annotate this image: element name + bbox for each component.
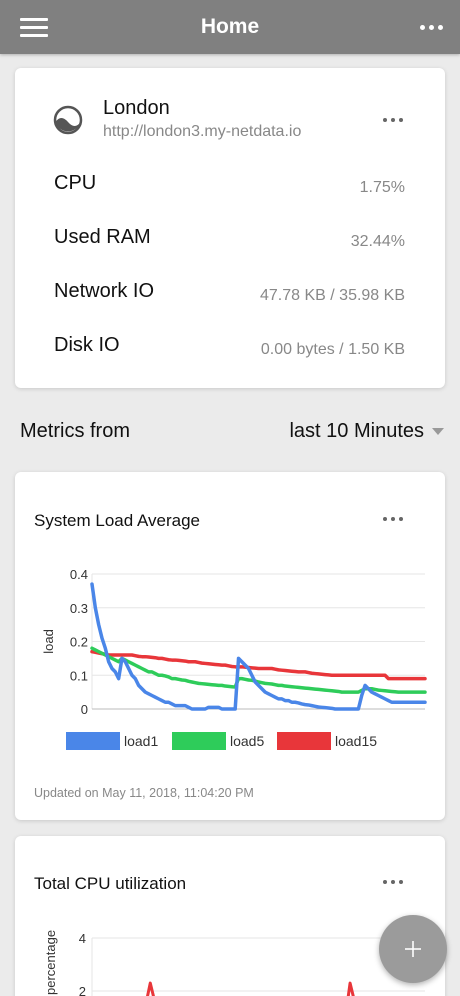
metric-value-network: 47.78 KB / 35.98 KB — [260, 287, 405, 304]
load-chart: 0 0.1 0.2 0.3 0.4 load load1 load5 load15 — [41, 567, 427, 750]
y-tick-label: 0.3 — [70, 601, 88, 616]
hamburger-icon[interactable] — [20, 17, 48, 37]
server-name: London — [103, 97, 170, 119]
metric-label-cpu: CPU — [54, 172, 97, 194]
netdata-logo-icon — [53, 105, 83, 135]
y-tick-label: 0.1 — [70, 668, 88, 683]
metric-label-disk: Disk IO — [54, 334, 120, 356]
app-header: Home — [0, 0, 460, 54]
y-axis-label: percentage — [43, 930, 58, 995]
metric-label-network: Network IO — [54, 280, 155, 302]
legend-swatch-load15 — [277, 732, 331, 750]
server-more-icon[interactable] — [383, 115, 409, 125]
metric-value-disk: 0.00 bytes / 1.50 KB — [260, 341, 405, 358]
y-tick-label: 0 — [81, 702, 88, 717]
time-range-value: last 10 Minutes — [289, 420, 424, 442]
chevron-down-icon — [432, 428, 444, 435]
y-tick-label: 2 — [79, 984, 86, 996]
page-title: Home — [200, 15, 260, 38]
server-url: http://london3.my-netdata.io — [103, 123, 302, 140]
load-chart-title: System Load Average — [34, 511, 201, 530]
metric-label-ram: Used RAM — [54, 226, 151, 248]
series-line-load15 — [90, 649, 427, 681]
y-tick-label: 4 — [79, 931, 86, 946]
cpu-series-line — [146, 981, 355, 996]
load-chart-more-icon[interactable] — [383, 514, 409, 524]
time-range-select[interactable]: last 10 Minutes — [289, 420, 444, 443]
y-tick-label: 0.4 — [70, 567, 88, 582]
y-tick-label: 0.2 — [70, 635, 88, 650]
metric-value-ram: 32.44% — [350, 233, 405, 250]
cpu-chart-more-icon[interactable] — [383, 877, 409, 887]
legend-swatch-load5 — [172, 732, 226, 750]
legend-label-load1: load1 — [124, 733, 158, 749]
plus-icon — [405, 941, 421, 957]
metrics-from-label: Metrics from — [20, 420, 130, 442]
metric-value-cpu: 1.75% — [359, 179, 405, 196]
legend-label-load5: load5 — [230, 733, 264, 749]
legend-label-load15: load15 — [335, 733, 377, 749]
cpu-chart-title: Total CPU utilization — [34, 874, 187, 893]
more-icon[interactable] — [420, 18, 448, 36]
add-fab-button[interactable] — [379, 915, 447, 983]
legend-swatch-load1 — [66, 732, 120, 750]
updated-timestamp: Updated on May 11, 2018, 11:04:20 PM — [34, 786, 254, 800]
y-axis-label: load — [41, 629, 56, 654]
